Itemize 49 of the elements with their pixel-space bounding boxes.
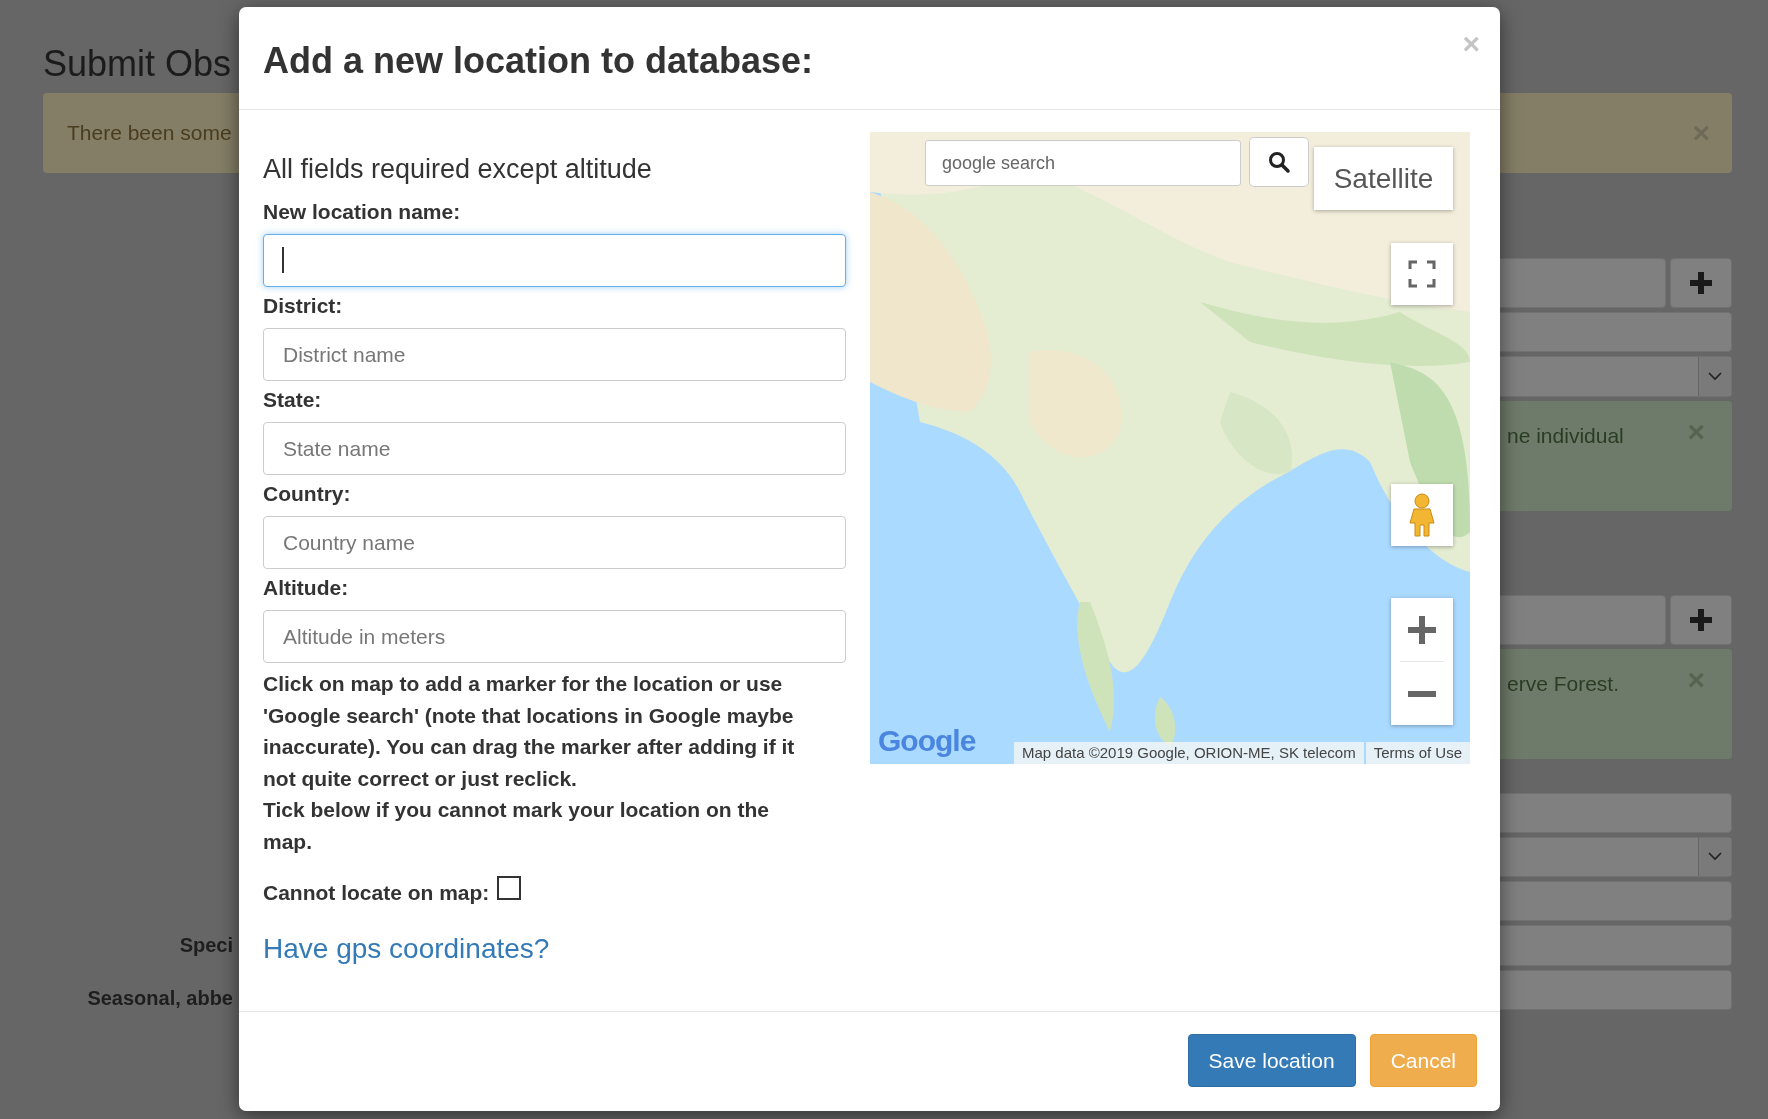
alert-text: erve Forest. bbox=[1507, 671, 1620, 697]
close-icon[interactable]: × bbox=[1687, 662, 1705, 697]
add-button[interactable] bbox=[1670, 594, 1732, 645]
dialog-button[interactable]: Cancel bbox=[1369, 1034, 1477, 1087]
map-attribution: Map data ©2019 Google, ORION-ME, SK telecom bbox=[1013, 742, 1364, 764]
fullscreen-button[interactable] bbox=[1391, 243, 1453, 305]
minus-icon bbox=[1408, 690, 1436, 697]
checkbox[interactable] bbox=[497, 876, 522, 900]
chevron-icon bbox=[1708, 371, 1722, 381]
input-field[interactable] bbox=[263, 234, 846, 287]
search-field[interactable]: google search bbox=[925, 140, 1241, 186]
satellite-button[interactable]: Satellite bbox=[1314, 147, 1453, 210]
gps-link[interactable]: Have gps coordinates? bbox=[263, 933, 550, 965]
close-icon[interactable]: × bbox=[1692, 116, 1710, 150]
tick-note: Tick below if you cannot mark your location on the map. bbox=[263, 797, 771, 855]
form-label: Seasonal, abbe bbox=[87, 987, 233, 1010]
form-intro: All fields required except altitude bbox=[263, 153, 653, 186]
close-button[interactable]: × bbox=[1462, 29, 1480, 109]
plus-icon bbox=[1690, 272, 1712, 294]
page-title: Submit Obs bbox=[43, 44, 232, 86]
modal-title: Add a new location to database: bbox=[263, 39, 814, 83]
close-icon[interactable]: × bbox=[1687, 414, 1705, 449]
zoom-in-button[interactable] bbox=[1391, 598, 1453, 661]
field-label: New location name: bbox=[263, 199, 462, 225]
search-icon bbox=[1267, 150, 1291, 174]
form-label: Speci bbox=[179, 934, 233, 957]
plus-icon bbox=[1408, 615, 1436, 644]
input-field[interactable]: Altitude in meters bbox=[263, 610, 846, 663]
fullscreen-icon bbox=[1408, 260, 1436, 288]
input-field[interactable]: District name bbox=[263, 328, 846, 381]
field-label: Altitude: bbox=[263, 575, 350, 601]
input-field[interactable]: Country name bbox=[263, 516, 846, 569]
checkbox-label: Cannot locate on map: bbox=[263, 881, 490, 905]
field-label: Country: bbox=[263, 481, 352, 507]
alert-text: There been some bbox=[67, 121, 232, 145]
zoom-out-button[interactable] bbox=[1391, 662, 1453, 725]
dialog-button[interactable]: Save location bbox=[1187, 1034, 1356, 1087]
chevron-icon bbox=[1708, 852, 1722, 862]
terms-link[interactable]: Terms of Use bbox=[1365, 742, 1470, 764]
alert-text: ne individual bbox=[1507, 423, 1624, 449]
plus-icon bbox=[1690, 608, 1712, 631]
search-button[interactable] bbox=[1249, 137, 1309, 187]
map-logo: Google bbox=[878, 724, 976, 758]
field-label: District: bbox=[263, 293, 344, 319]
add-button[interactable] bbox=[1670, 258, 1732, 308]
input-field[interactable]: State name bbox=[263, 422, 846, 475]
instructions-text: Click on map to add a marker for the location or use 'Google search' (note that locations in Google maybe inaccurate). You can drag the marker after adding if it not quite correct or just reclick. bbox=[263, 671, 796, 792]
person-icon bbox=[1409, 493, 1435, 537]
field-label: State: bbox=[263, 387, 323, 413]
